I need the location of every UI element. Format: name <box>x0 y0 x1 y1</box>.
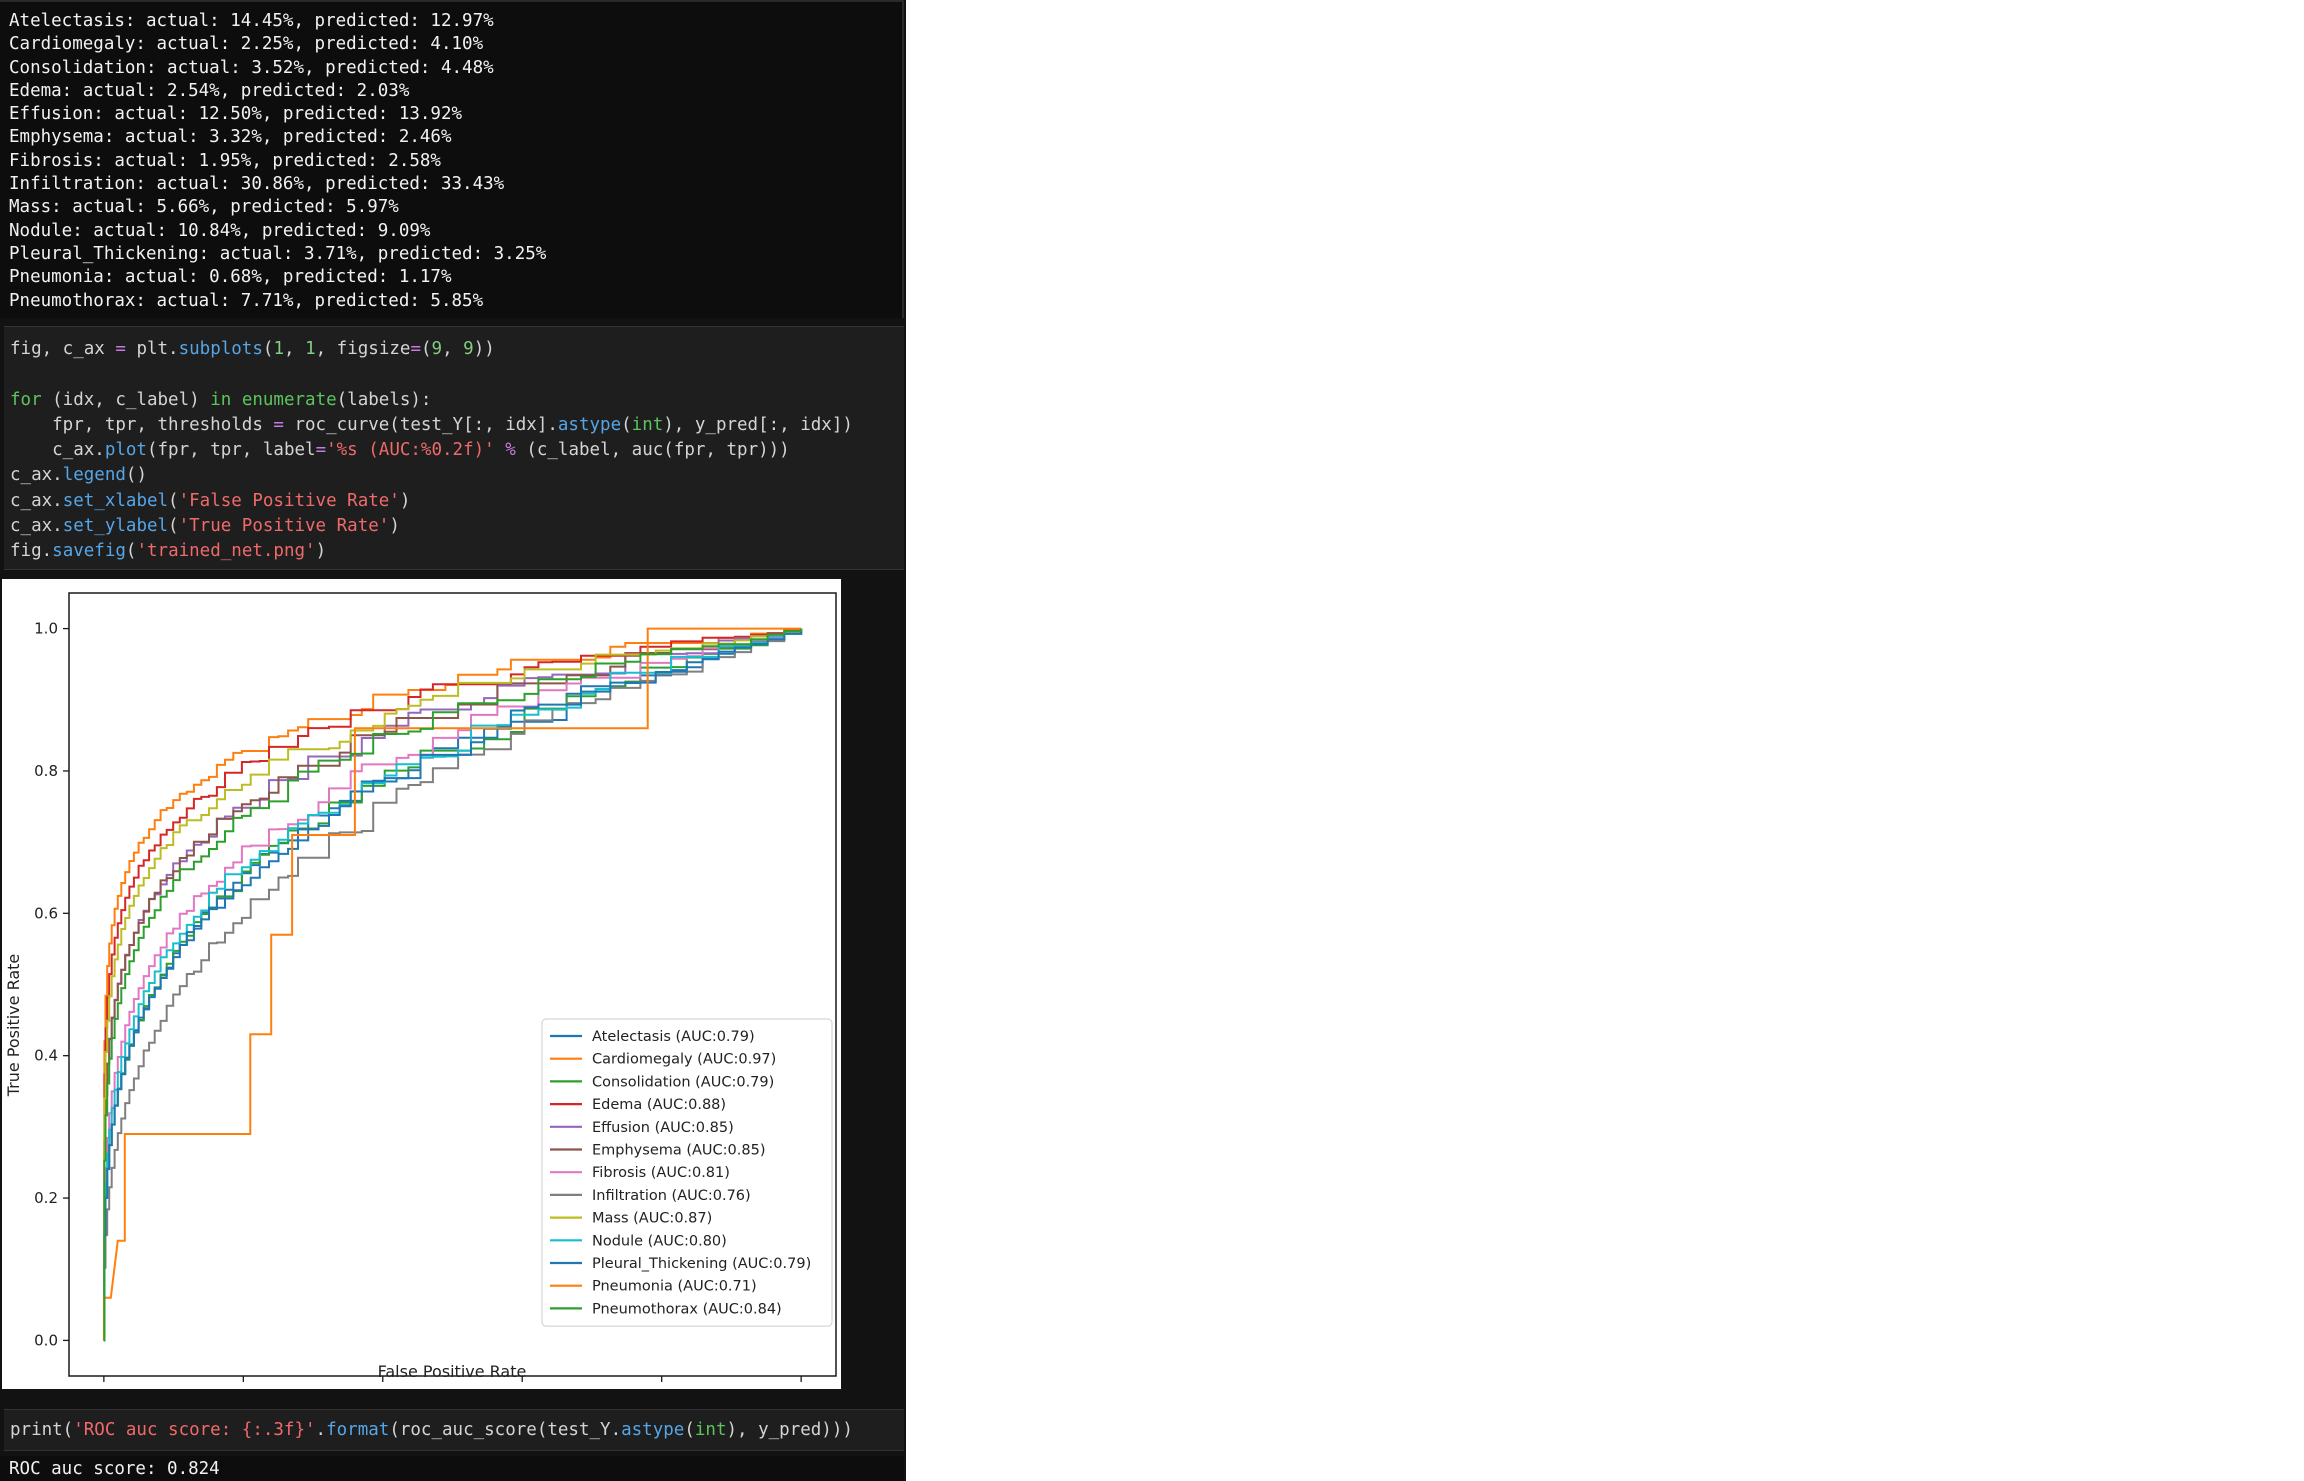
code-line: c_ax.legend() <box>10 465 147 486</box>
output-line: Effusion: actual: 12.50%, predicted: 13.… <box>9 104 463 125</box>
x-axis-label: False Positive Rate <box>378 1362 527 1381</box>
code-line: for (idx, c_label) in enumerate(labels): <box>10 389 432 410</box>
x-tick-label: 0.4 <box>371 1388 395 1389</box>
code-line: c_ax.set_xlabel('False Positive Rate') <box>10 490 411 511</box>
y-tick-label: 0.4 <box>34 1047 58 1065</box>
y-tick-label: 1.0 <box>34 620 58 638</box>
legend-label: Consolidation (AUC:0.79) <box>592 1074 774 1090</box>
legend-label: Mass (AUC:0.87) <box>592 1211 712 1227</box>
y-tick-label: 0.0 <box>34 1331 58 1349</box>
legend-label: Atelectasis (AUC:0.79) <box>592 1029 755 1045</box>
code-line: c_ax.set_ylabel('True Positive Rate') <box>10 516 400 537</box>
output-area-label-stats: Atelectasis: actual: 14.45%, predicted: … <box>0 0 904 318</box>
legend-label: Pneumothorax (AUC:0.84) <box>592 1301 782 1317</box>
code-cell-roc-plot[interactable]: fig, c_ax = plt.subplots(1, 1, figsize=(… <box>4 326 904 570</box>
y-axis-ticks: 0.0 0.2 0.4 0.6 0.8 1.0 <box>34 620 69 1349</box>
output-line: Emphysema: actual: 3.32%, predicted: 2.4… <box>9 127 452 148</box>
legend-label: Cardiomegaly (AUC:0.97) <box>592 1052 776 1068</box>
x-tick-label: 0.8 <box>650 1388 674 1389</box>
legend-label: Infiltration (AUC:0.76) <box>592 1188 751 1204</box>
output-line: Cardiomegaly: actual: 2.25%, predicted: … <box>9 34 484 55</box>
auc-score-output: ROC auc score: 0.824 <box>9 1459 220 1479</box>
output-line: Atelectasis: actual: 14.45%, predicted: … <box>9 11 494 31</box>
notebook: Atelectasis: actual: 14.45%, predicted: … <box>0 0 906 1481</box>
output-line: Pneumonia: actual: 0.68%, predicted: 1.1… <box>9 267 452 288</box>
y-tick-label: 0.6 <box>34 904 58 922</box>
code-line: print('ROC auc score: {:.3f}'.format(roc… <box>10 1420 853 1440</box>
output-line: Fibrosis: actual: 1.95%, predicted: 2.58… <box>9 150 441 171</box>
y-tick-label: 0.8 <box>34 762 58 780</box>
roc-chart: 0.0 0.2 0.4 0.6 0.8 1.0 0.0 0.2 0.4 0.6 0.8 1.0 Fa… <box>2 579 841 1389</box>
code-line: c_ax.plot(fpr, tpr, label='%s (AUC:%0.2f… <box>10 440 790 461</box>
legend-label: Nodule (AUC:0.80) <box>592 1233 727 1249</box>
output-line: Infiltration: actual: 30.86%, predicted:… <box>9 174 505 195</box>
output-line: Consolidation: actual: 3.52%, predicted:… <box>9 57 494 78</box>
y-tick-label: 0.2 <box>34 1189 58 1207</box>
legend-label: Emphysema (AUC:0.85) <box>592 1143 766 1159</box>
output-line: Nodule: actual: 10.84%, predicted: 9.09% <box>9 220 431 241</box>
code-line: fig, c_ax = plt.subplots(1, 1, figsize=(… <box>10 339 495 359</box>
code-line: fig.savefig('trained_net.png') <box>10 541 327 562</box>
code-line: fpr, tpr, thresholds = roc_curve(test_Y[… <box>10 414 853 435</box>
output-area-auc-score: ROC auc score: 0.824 <box>0 1456 904 1481</box>
output-line: Pleural_Thickening: actual: 3.71%, predi… <box>9 243 547 264</box>
legend: Atelectasis (AUC:0.79) Cardiomegaly (AUC:… <box>541 1018 833 1327</box>
legend-label: Fibrosis (AUC:0.81) <box>592 1165 730 1181</box>
output-line: Mass: actual: 5.66%, predicted: 5.97% <box>9 197 399 218</box>
legend-label: Pleural_Thickening (AUC:0.79) <box>592 1256 811 1272</box>
output-line: Pneumothorax: actual: 7.71%, predicted: … <box>9 290 484 311</box>
output-line: Edema: actual: 2.54%, predicted: 2.03% <box>9 80 410 101</box>
code-cell-auc-score[interactable]: print('ROC auc score: {:.3f}'.format(roc… <box>4 1409 904 1451</box>
legend-label: Effusion (AUC:0.85) <box>592 1120 734 1136</box>
x-tick-label: 0.6 <box>510 1388 534 1389</box>
legend-label: Pneumonia (AUC:0.71) <box>592 1279 757 1295</box>
legend-label: Edema (AUC:0.88) <box>592 1097 726 1113</box>
y-axis-label: True Positive Rate <box>4 954 23 1098</box>
x-tick-label: 0.0 <box>92 1388 116 1389</box>
x-tick-label: 0.2 <box>231 1388 255 1389</box>
x-tick-label: 1.0 <box>789 1388 813 1389</box>
